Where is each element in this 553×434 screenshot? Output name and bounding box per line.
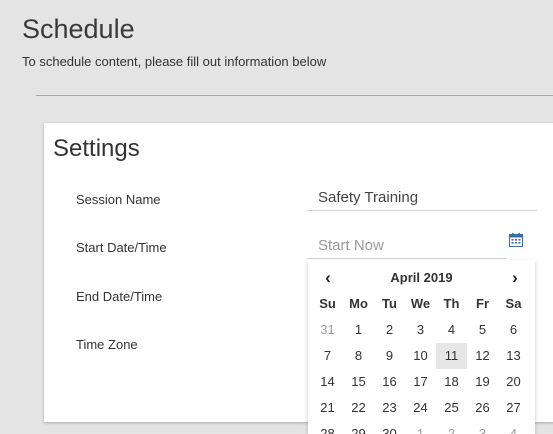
calendar-day[interactable]: 2 bbox=[374, 317, 405, 343]
calendar-day[interactable]: 21 bbox=[312, 395, 343, 421]
calendar-day[interactable]: 26 bbox=[467, 395, 498, 421]
calendar-day[interactable]: 28 bbox=[312, 421, 343, 434]
calendar-day[interactable]: 1 bbox=[405, 421, 436, 434]
calendar-day[interactable]: 24 bbox=[405, 395, 436, 421]
calendar-week-row: 28 29 30 1 2 3 4 bbox=[312, 421, 529, 434]
end-datetime-label: End Date/Time bbox=[76, 289, 163, 304]
calendar-day[interactable]: 30 bbox=[374, 421, 405, 434]
start-datetime-label: Start Date/Time bbox=[76, 240, 167, 255]
session-name-label: Session Name bbox=[76, 192, 161, 207]
datepicker: ‹ April 2019 › Su Mo Tu We Th Fr Sa 31 1 2 3 4 5 6 7 8 9… bbox=[308, 260, 535, 434]
calendar-day[interactable]: 18 bbox=[436, 369, 467, 395]
calendar-week-row: 21 22 23 24 25 26 27 bbox=[312, 395, 529, 421]
page-subtitle: To schedule content, please fill out inf… bbox=[22, 54, 327, 69]
calendar-day[interactable]: 9 bbox=[374, 343, 405, 369]
calendar-day[interactable]: 4 bbox=[436, 317, 467, 343]
calendar-grid: Su Mo Tu We Th Fr Sa 31 1 2 3 4 5 6 7 8 9 10 11 12 13 14 15 16 1… bbox=[312, 291, 529, 434]
calendar-day[interactable]: 5 bbox=[467, 317, 498, 343]
weekday-label: Su bbox=[319, 296, 336, 311]
calendar-week-row: 31 1 2 3 4 5 6 bbox=[312, 317, 529, 343]
weekday-header-row: Su Mo Tu We Th Fr Sa bbox=[312, 291, 529, 317]
calendar-day[interactable]: 2 bbox=[436, 421, 467, 434]
divider bbox=[36, 95, 553, 96]
calendar-day[interactable]: 3 bbox=[405, 317, 436, 343]
datepicker-header: ‹ April 2019 › bbox=[308, 268, 535, 288]
calendar-day[interactable]: 13 bbox=[498, 343, 529, 369]
calendar-day[interactable]: 6 bbox=[498, 317, 529, 343]
calendar-day[interactable]: 19 bbox=[467, 369, 498, 395]
calendar-day[interactable]: 12 bbox=[467, 343, 498, 369]
timezone-label: Time Zone bbox=[76, 337, 138, 352]
calendar-day[interactable]: 31 bbox=[312, 317, 343, 343]
calendar-day[interactable]: 29 bbox=[343, 421, 374, 434]
calendar-icon[interactable] bbox=[509, 233, 523, 247]
calendar-week-row: 14 15 16 17 18 19 20 bbox=[312, 369, 529, 395]
calendar-week-row: 7 8 9 10 11 12 13 bbox=[312, 343, 529, 369]
prev-month-button[interactable]: ‹ bbox=[315, 268, 341, 288]
page-title: Schedule bbox=[22, 14, 135, 44]
calendar-day-today[interactable]: 11 bbox=[436, 343, 467, 369]
calendar-day[interactable]: 25 bbox=[436, 395, 467, 421]
weekday-label: Fr bbox=[476, 296, 489, 311]
calendar-day[interactable]: 23 bbox=[374, 395, 405, 421]
calendar-day[interactable]: 22 bbox=[343, 395, 374, 421]
weekday-label: We bbox=[410, 296, 431, 311]
calendar-day[interactable]: 7 bbox=[312, 343, 343, 369]
calendar-day[interactable]: 14 bbox=[312, 369, 343, 395]
calendar-day[interactable]: 17 bbox=[405, 369, 436, 395]
settings-title: Settings bbox=[53, 135, 140, 162]
start-datetime-input[interactable] bbox=[307, 233, 507, 259]
calendar-day[interactable]: 3 bbox=[467, 421, 498, 434]
calendar-day[interactable]: 16 bbox=[374, 369, 405, 395]
next-month-button[interactable]: › bbox=[502, 268, 528, 288]
calendar-day[interactable]: 4 bbox=[498, 421, 529, 434]
calendar-day[interactable]: 20 bbox=[498, 369, 529, 395]
calendar-day[interactable]: 1 bbox=[343, 317, 374, 343]
weekday-label: Mo bbox=[349, 296, 368, 311]
weekday-label: Th bbox=[443, 296, 460, 311]
calendar-day[interactable]: 15 bbox=[343, 369, 374, 395]
session-name-input[interactable] bbox=[307, 185, 537, 211]
weekday-label: Sa bbox=[505, 296, 522, 311]
weekday-label: Tu bbox=[382, 296, 397, 311]
calendar-day[interactable]: 10 bbox=[405, 343, 436, 369]
month-label[interactable]: April 2019 bbox=[348, 268, 495, 288]
calendar-day[interactable]: 27 bbox=[498, 395, 529, 421]
calendar-day[interactable]: 8 bbox=[343, 343, 374, 369]
